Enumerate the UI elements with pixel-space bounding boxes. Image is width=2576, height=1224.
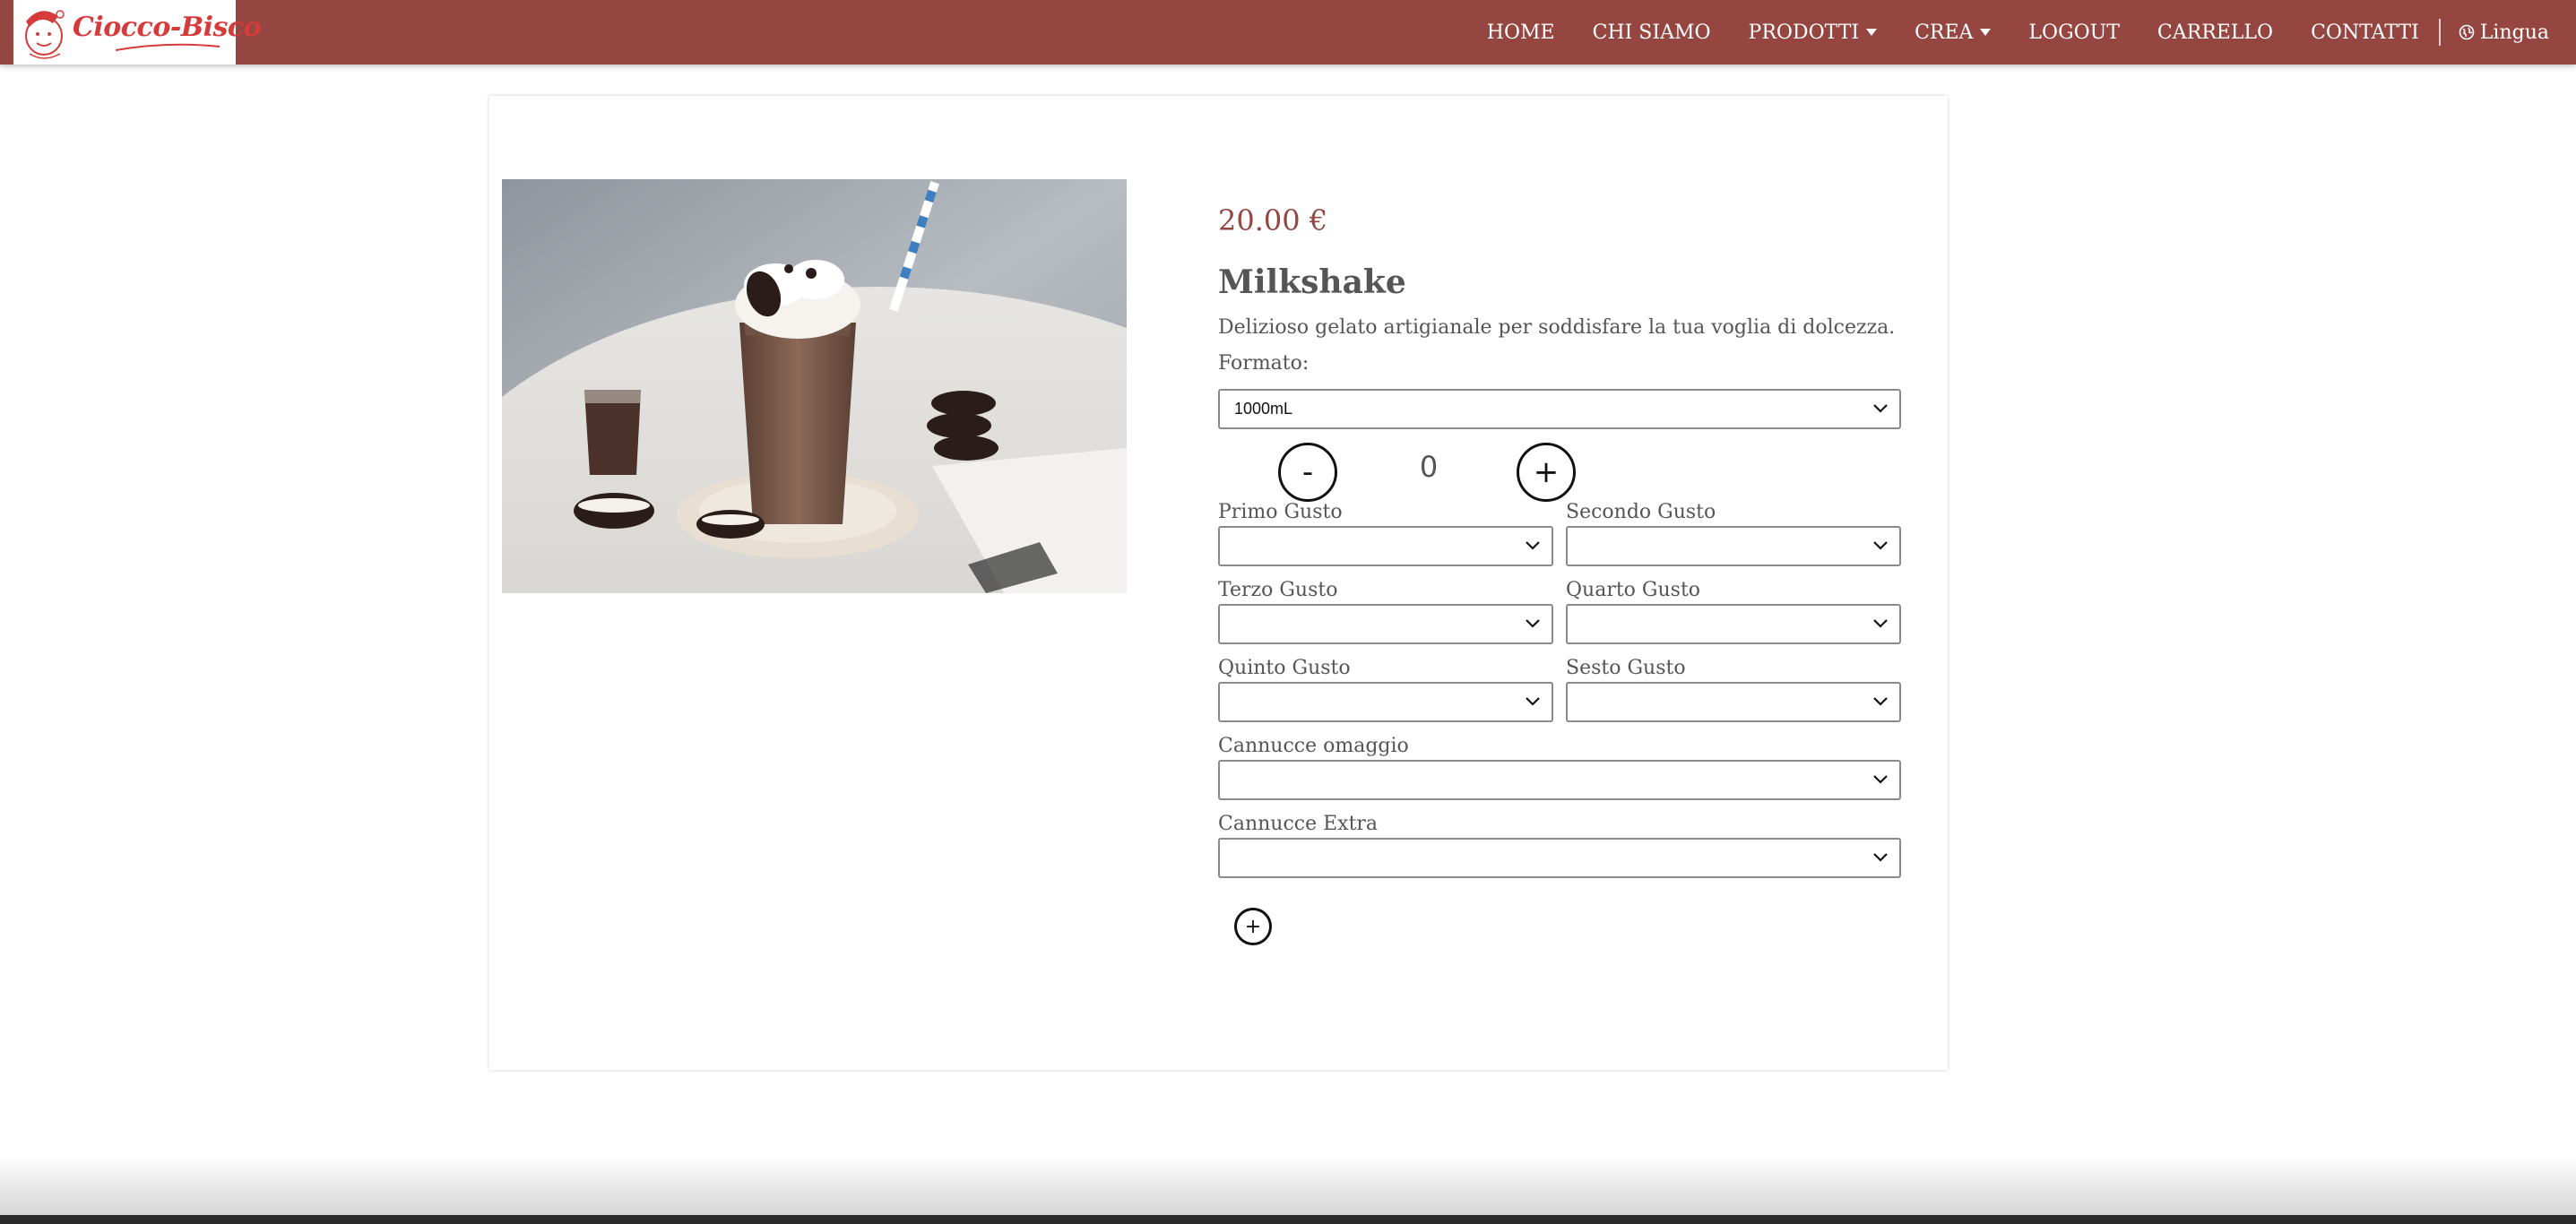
chevron-down-icon [1526,541,1540,550]
format-select[interactable]: 1000mL [1218,389,1901,429]
nav-logout-label: LOGOUT [2028,21,2120,44]
logo-swoosh-icon [115,43,220,51]
product-image [502,179,1127,593]
product-card: 20.00 € Milkshake Delizioso gelato artig… [489,96,1948,1070]
fifth-flavor-select[interactable] [1218,682,1553,722]
format-selected: 1000mL [1234,400,1293,418]
nav-contatti[interactable]: CONTATTI [2311,22,2419,44]
brand-name: Ciocco-Bisco [73,12,262,43]
nav-home-label: HOME [1486,21,1555,44]
chevron-down-icon [1873,619,1888,628]
mascot-icon [25,10,65,59]
product-price: 20.00 € [1218,203,1328,237]
main-nav: HOME CHI SIAMO PRODOTTI CREA LOGOUT CARR… [1449,0,2549,65]
nav-chi-siamo[interactable]: CHI SIAMO [1593,22,1711,44]
fourth-flavor-label: Quarto Gusto [1566,579,1701,601]
nav-language-label: Lingua [2479,21,2549,44]
nav-carrello[interactable]: CARRELLO [2157,22,2273,44]
milkshake-photo [502,179,1127,593]
top-navbar: Ciocco-Bisco HOME CHI SIAMO PRODOTTI CRE… [0,0,2576,65]
nav-logout[interactable]: LOGOUT [2028,22,2119,44]
nav-prodotti-label: PRODOTTI [1748,21,1860,44]
brand-logo[interactable]: Ciocco-Bisco [13,0,262,65]
chevron-down-icon [1873,404,1888,413]
footer-bar [0,1215,2576,1224]
globe-icon [2459,24,2475,40]
nav-contatti-label: CONTATTI [2311,21,2419,44]
third-flavor-label: Terzo Gusto [1218,579,1338,601]
chevron-down-icon [1873,775,1888,784]
extra-straws-label: Cannucce Extra [1218,813,1379,835]
second-flavor-select[interactable] [1566,526,1901,566]
caret-down-icon [1980,29,1992,36]
quantity-decrease-button[interactable]: - [1278,443,1337,502]
nav-carrello-label: CARRELLO [2157,21,2274,44]
product-description: Delizioso gelato artigianale per soddisf… [1218,316,1896,339]
chevron-down-icon [1873,697,1888,706]
chevron-down-icon [1873,853,1888,862]
third-flavor-select[interactable] [1218,604,1553,644]
sixth-flavor-select[interactable] [1566,682,1901,722]
fourth-flavor-select[interactable] [1566,604,1901,644]
caret-down-icon [1866,29,1878,36]
nav-prodotti[interactable]: PRODOTTI [1749,22,1878,44]
sixth-flavor-label: Sesto Gusto [1566,657,1686,679]
nav-language[interactable]: Lingua [2459,22,2549,44]
chevron-down-icon [1526,697,1540,706]
footer-shadow [0,1156,2576,1224]
first-flavor-select[interactable] [1218,526,1553,566]
fifth-flavor-label: Quinto Gusto [1218,657,1351,679]
chevron-down-icon [1526,619,1540,628]
extra-straws-select[interactable] [1218,838,1901,878]
nav-chi-siamo-label: CHI SIAMO [1592,21,1711,44]
second-flavor-label: Secondo Gusto [1566,501,1716,523]
format-label: Formato: [1218,352,1310,375]
nav-divider [2438,19,2441,46]
quantity-value: 0 [1419,450,1439,484]
nav-home[interactable]: HOME [1487,22,1555,44]
product-title: Milkshake [1218,263,1406,301]
nav-crea[interactable]: CREA [1915,21,1992,44]
free-straws-label: Cannucce omaggio [1218,735,1409,757]
free-straws-select[interactable] [1218,760,1901,800]
add-to-cart-button[interactable]: + [1234,908,1272,945]
chevron-down-icon [1873,541,1888,550]
first-flavor-label: Primo Gusto [1218,501,1343,523]
nav-crea-label: CREA [1915,21,1974,44]
quantity-increase-button[interactable]: + [1517,443,1576,502]
